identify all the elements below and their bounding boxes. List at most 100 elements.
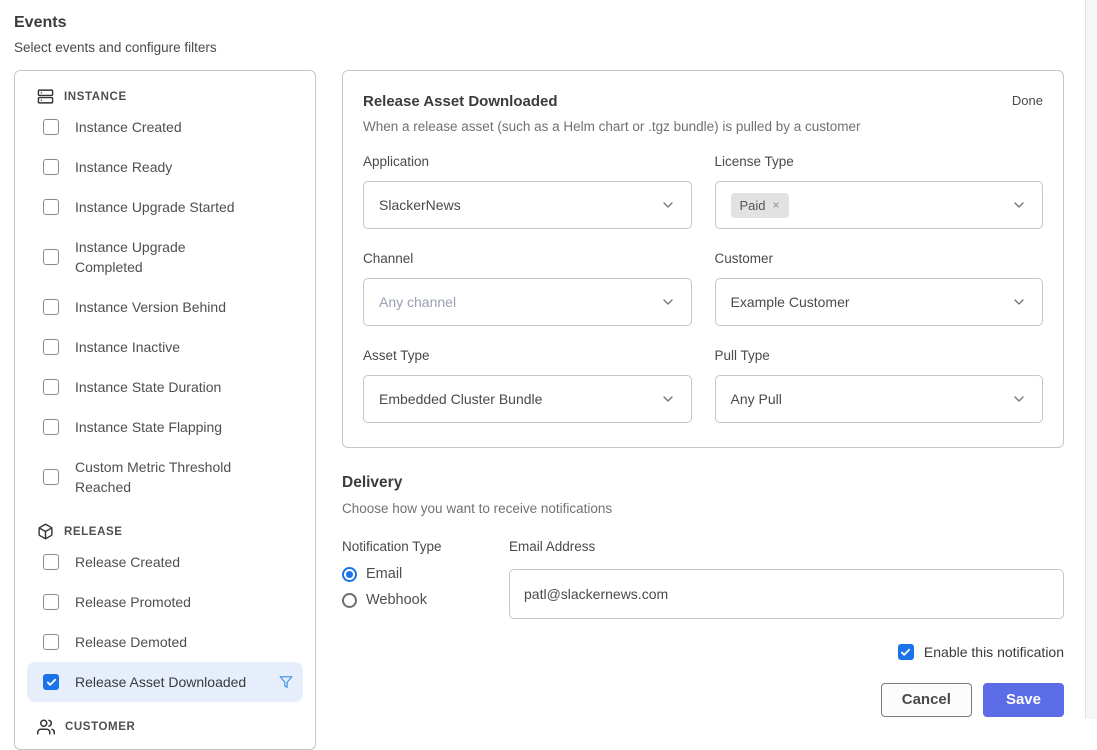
sidebar-item-instance-created[interactable]: Instance Created [27, 107, 303, 147]
checkbox[interactable] [43, 469, 59, 485]
checkbox[interactable] [43, 419, 59, 435]
radio-option-email[interactable]: Email [342, 566, 509, 582]
channel-label: Channel [363, 251, 692, 266]
chevron-down-icon [1011, 391, 1027, 407]
server-icon [37, 88, 54, 105]
people-icon [37, 718, 55, 736]
save-button[interactable]: Save [983, 683, 1064, 717]
sidebar-item-instance-upgrade-completed[interactable]: Instance Upgrade Completed [27, 227, 303, 287]
field-pull-type: Pull Type Any Pull [715, 348, 1044, 423]
application-select[interactable]: SlackerNews [363, 181, 692, 229]
chip-label: Paid [740, 198, 766, 213]
sidebar-item-instance-state-duration[interactable]: Instance State Duration [27, 367, 303, 407]
checkbox[interactable] [43, 299, 59, 315]
sidebar-item-release-promoted[interactable]: Release Promoted [27, 582, 303, 622]
checkbox[interactable] [43, 634, 59, 650]
checkbox[interactable] [43, 554, 59, 570]
pull-type-select[interactable]: Any Pull [715, 375, 1044, 423]
sidebar-item-release-demoted[interactable]: Release Demoted [27, 622, 303, 662]
sidebar-item-instance-ready[interactable]: Instance Ready [27, 147, 303, 187]
event-label: Instance Created [75, 117, 182, 137]
channel-select[interactable]: Any channel [363, 278, 692, 326]
section-label: INSTANCE [64, 91, 127, 103]
channel-placeholder: Any channel [379, 294, 456, 310]
section-label: RELEASE [64, 526, 123, 538]
email-address-label: Email Address [509, 539, 1064, 554]
email-radio[interactable] [342, 567, 357, 582]
radio-option-webhook[interactable]: Webhook [342, 592, 509, 608]
radio-label: Webhook [366, 592, 427, 608]
sidebar-item-instance-inactive[interactable]: Instance Inactive [27, 327, 303, 367]
filter-icon[interactable] [277, 673, 295, 691]
checkbox[interactable] [43, 119, 59, 135]
checkbox[interactable] [43, 249, 59, 265]
checkbox[interactable] [43, 159, 59, 175]
chevron-down-icon [660, 294, 676, 310]
checkbox[interactable] [43, 594, 59, 610]
checkbox[interactable] [43, 339, 59, 355]
scrollbar[interactable] [1085, 0, 1097, 719]
event-label: Release Promoted [75, 592, 191, 612]
page-title: Events [14, 14, 217, 32]
asset-type-select[interactable]: Embedded Cluster Bundle [363, 375, 692, 423]
sidebar-item-release-created[interactable]: Release Created [27, 542, 303, 582]
customer-select[interactable]: Example Customer [715, 278, 1044, 326]
delivery-section: Delivery Choose how you want to receive … [342, 474, 1064, 717]
event-label: Instance Upgrade Completed [75, 237, 186, 277]
chevron-down-icon [1011, 294, 1027, 310]
application-label: Application [363, 154, 692, 169]
enable-notification-checkbox[interactable] [898, 644, 914, 660]
page-header: Events Select events and configure filte… [14, 14, 217, 55]
sidebar-item-instance-version-behind[interactable]: Instance Version Behind [27, 287, 303, 327]
event-label: Custom Metric Threshold Reached [75, 457, 231, 497]
email-address-input[interactable] [509, 569, 1064, 619]
card-title: Release Asset Downloaded [363, 93, 860, 110]
sidebar-item-release-asset-downloaded[interactable]: Release Asset Downloaded [27, 662, 303, 702]
customer-label: Customer [715, 251, 1044, 266]
checkbox[interactable] [43, 199, 59, 215]
field-channel: Channel Any channel [363, 251, 692, 326]
page-subtitle: Select events and configure filters [14, 40, 217, 55]
license-type-chip: Paid × [731, 193, 789, 218]
done-link[interactable]: Done [1012, 93, 1043, 108]
event-label: Instance Version Behind [75, 297, 226, 317]
sidebar-item-instance-upgrade-started[interactable]: Instance Upgrade Started [27, 187, 303, 227]
event-filter-card: Release Asset Downloaded When a release … [342, 70, 1064, 448]
chip-remove-icon[interactable]: × [773, 199, 780, 211]
license-type-select[interactable]: Paid × [715, 181, 1044, 229]
card-description: When a release asset (such as a Helm cha… [363, 119, 860, 134]
delivery-subtitle: Choose how you want to receive notificat… [342, 501, 1064, 516]
asset-type-value: Embedded Cluster Bundle [379, 391, 542, 407]
field-customer: Customer Example Customer [715, 251, 1044, 326]
checkbox[interactable] [43, 379, 59, 395]
field-asset-type: Asset Type Embedded Cluster Bundle [363, 348, 692, 423]
field-application: Application SlackerNews [363, 154, 692, 229]
event-label: Release Asset Downloaded [75, 672, 246, 692]
chevron-down-icon [660, 391, 676, 407]
event-list-panel: INSTANCE Instance Created Instance Ready… [14, 70, 316, 750]
event-label: Instance State Flapping [75, 417, 222, 437]
sidebar-item-custom-metric-threshold[interactable]: Custom Metric Threshold Reached [27, 447, 303, 507]
chevron-down-icon [660, 197, 676, 213]
section-label: CUSTOMER [65, 721, 135, 733]
radio-label: Email [366, 566, 402, 582]
application-value: SlackerNews [379, 197, 461, 213]
webhook-radio[interactable] [342, 593, 357, 608]
event-label: Instance State Duration [75, 377, 221, 397]
section-header-release: RELEASE [27, 521, 303, 542]
checkbox-checked[interactable] [43, 674, 59, 690]
pull-type-label: Pull Type [715, 348, 1044, 363]
delivery-title: Delivery [342, 474, 1064, 492]
sidebar-item-instance-state-flapping[interactable]: Instance State Flapping [27, 407, 303, 447]
event-label: Release Created [75, 552, 180, 572]
notification-type-label: Notification Type [342, 539, 509, 554]
event-label: Instance Inactive [75, 337, 180, 357]
cancel-button[interactable]: Cancel [881, 683, 972, 717]
section-header-customer: CUSTOMER [27, 716, 303, 738]
package-icon [37, 523, 54, 540]
field-license-type: License Type Paid × [715, 154, 1044, 229]
license-type-label: License Type [715, 154, 1044, 169]
asset-type-label: Asset Type [363, 348, 692, 363]
event-label: Release Demoted [75, 632, 187, 652]
section-header-instance: INSTANCE [27, 86, 303, 107]
